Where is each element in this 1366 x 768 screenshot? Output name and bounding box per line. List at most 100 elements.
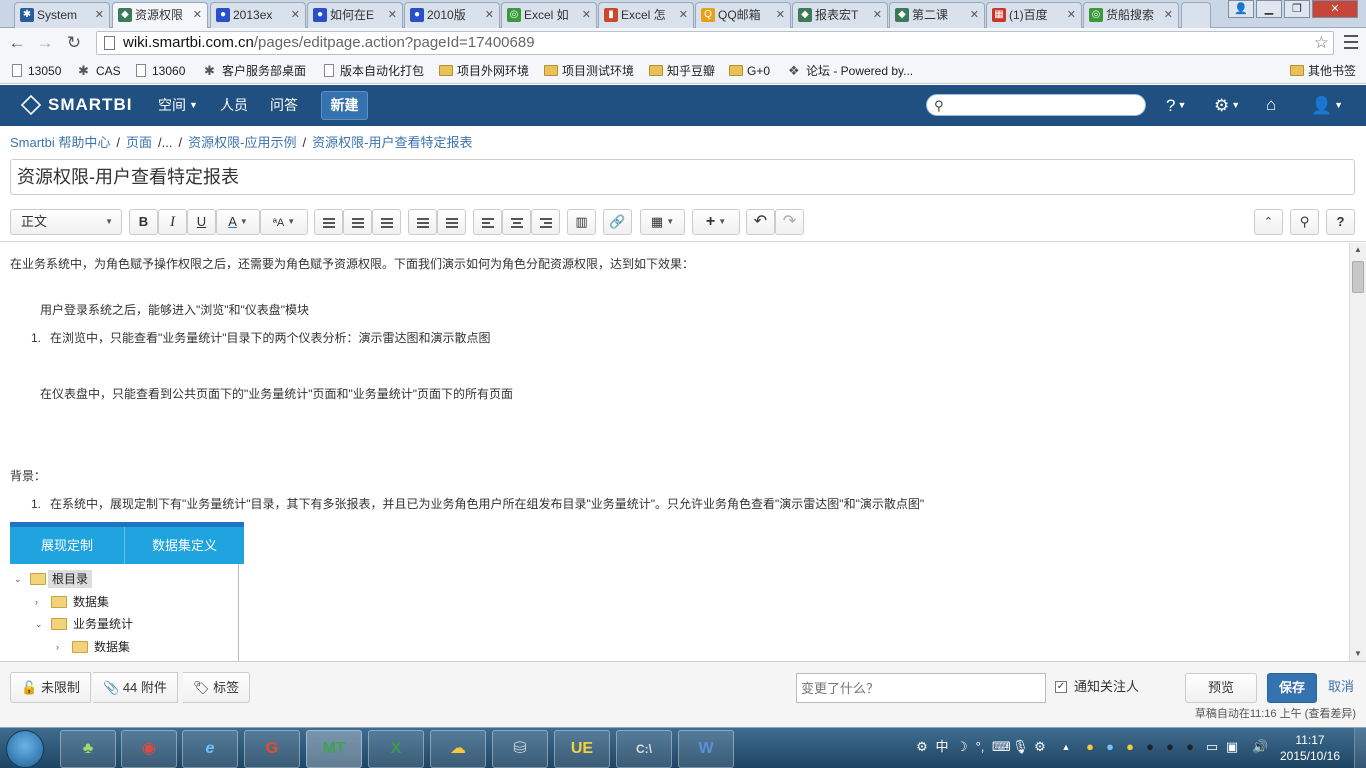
editor-content[interactable]: 在业务系统中，为角色赋予操作权限之后，还需要为角色赋予资源权限。下面我们演示如何…	[0, 243, 1349, 661]
browser-tab[interactable]: ● 如何在E ✕	[307, 2, 403, 28]
align-center-button[interactable]	[502, 209, 531, 235]
window-close-icon[interactable]: ✕	[1312, 0, 1358, 18]
maximize-icon[interactable]: ❐	[1284, 0, 1310, 18]
ime-chinese[interactable]: 中	[934, 739, 950, 755]
more-formatting-button[interactable]: ªA ▼	[260, 209, 308, 235]
close-icon[interactable]: ✕	[193, 3, 202, 27]
bookmark-item[interactable]: G+0	[729, 62, 770, 80]
bookmark-star-icon[interactable]: ☆	[1314, 32, 1329, 54]
paragraph-style-select[interactable]: 正文 ▼	[10, 209, 122, 235]
breadcrumb-space[interactable]: Smartbi 帮助中心	[10, 135, 110, 150]
browser-tab[interactable]: ◆ 报表宏T ✕	[792, 2, 888, 28]
scroll-thumb[interactable]	[1352, 261, 1364, 293]
close-icon[interactable]: ✕	[291, 3, 300, 27]
nav-people[interactable]: 人员	[220, 97, 248, 114]
gear-icon[interactable]: ⚙ ▼	[1214, 95, 1240, 116]
system-clock[interactable]: 11:17 2015/10/16	[1272, 732, 1348, 764]
tray-expand-icon[interactable]: ▲	[1058, 739, 1074, 755]
inbox-icon[interactable]: ⌂	[1266, 95, 1276, 115]
bookmark-item[interactable]: 版本自动化打包	[322, 62, 424, 80]
ie-app-icon[interactable]: e	[182, 730, 238, 768]
italic-button[interactable]: I	[158, 209, 187, 235]
close-icon[interactable]: ✕	[582, 3, 591, 27]
minimize-icon[interactable]: ▁	[1256, 0, 1282, 18]
mt-app-icon[interactable]: MT	[306, 730, 362, 768]
keyboard-icon[interactable]: ⌨	[992, 739, 1011, 755]
indent-button[interactable]	[437, 209, 466, 235]
close-icon[interactable]: ✕	[388, 3, 397, 27]
undo-button[interactable]: ↶	[746, 209, 775, 235]
nav-qa[interactable]: 问答	[270, 97, 298, 114]
new-tab-button[interactable]	[1181, 2, 1211, 28]
close-icon[interactable]: ✕	[1067, 3, 1076, 27]
task-list-button[interactable]	[372, 209, 401, 235]
search-input[interactable]	[951, 97, 1137, 113]
excel-app-icon[interactable]: X	[368, 730, 424, 768]
bullet-list-button[interactable]	[314, 209, 343, 235]
bookmark-item[interactable]: 13060	[134, 62, 185, 80]
reload-icon[interactable]: ↻	[63, 32, 85, 54]
browser-tab[interactable]: Q QQ邮箱 ✕	[695, 2, 791, 28]
g-app-icon[interactable]: G	[244, 730, 300, 768]
notify-watchers-checkbox[interactable]: ✓	[1055, 681, 1067, 693]
save-button[interactable]: 保存	[1267, 673, 1317, 703]
user-icon[interactable]: 👤	[1228, 0, 1254, 18]
punctuation-icon[interactable]: °,	[972, 739, 988, 755]
ultraedit-app-icon[interactable]: UE	[554, 730, 610, 768]
network-icon[interactable]: ▣	[1224, 739, 1240, 755]
insert-link-button[interactable]: 🔗	[603, 209, 632, 235]
align-right-button[interactable]	[531, 209, 560, 235]
align-left-button[interactable]	[473, 209, 502, 235]
start-button[interactable]	[6, 730, 44, 768]
url-input[interactable]: wiki.smartbi.com.cn/pages/editpage.actio…	[96, 31, 1334, 55]
other-bookmarks[interactable]: 其他书签	[1290, 62, 1356, 80]
bookmark-item[interactable]: ✱ CAS	[78, 62, 121, 80]
redo-button[interactable]: ↷	[775, 209, 804, 235]
settings-icon[interactable]: ⚙	[1032, 739, 1048, 755]
usb-icon[interactable]: ▭	[1204, 739, 1220, 755]
close-icon[interactable]: ✕	[679, 3, 688, 27]
tray-app-icon[interactable]: ●	[1122, 739, 1138, 755]
create-button[interactable]: 新建	[321, 91, 368, 120]
cmd-app-icon[interactable]: C:\	[616, 730, 672, 768]
insert-table-button[interactable]: ▦ ▼	[640, 209, 685, 235]
numbered-list-button[interactable]	[343, 209, 372, 235]
close-icon[interactable]: ✕	[776, 3, 785, 27]
underline-button[interactable]: U	[187, 209, 216, 235]
tray-app-icon[interactable]: ●	[1102, 739, 1118, 755]
forward-arrow-icon[interactable]: →	[34, 32, 56, 54]
scroll-down-icon[interactable]: ▼	[1350, 647, 1366, 661]
find-replace-button[interactable]: ⚲	[1290, 209, 1319, 235]
qq-icon[interactable]: ●	[1142, 739, 1158, 755]
page-layout-button[interactable]: ▥	[567, 209, 596, 235]
show-desktop-button[interactable]	[1354, 728, 1366, 768]
bookmark-item[interactable]: 项目外网环境	[439, 62, 529, 80]
browser-tab-active[interactable]: ◆ 资源权限 ✕	[112, 2, 208, 28]
bookmark-item[interactable]: ❖ 论坛 - Powered by...	[788, 62, 913, 80]
database-app-icon[interactable]: ⛁	[492, 730, 548, 768]
qq-icon[interactable]: ●	[1162, 739, 1178, 755]
ime-icon[interactable]: ⚙	[914, 739, 930, 755]
bookmark-item[interactable]: 项目测试环境	[544, 62, 634, 80]
close-icon[interactable]: ✕	[970, 3, 979, 27]
preview-button[interactable]: 预览	[1185, 673, 1257, 703]
content-scrollbar[interactable]: ▲ ▼	[1349, 243, 1366, 661]
bold-button[interactable]: B	[129, 209, 158, 235]
bookmark-item[interactable]: 13050	[10, 62, 61, 80]
browser-tab[interactable]: ▮ Excel 怎 ✕	[598, 2, 694, 28]
browser-tab[interactable]: ◎ 货船搜索 ✕	[1083, 2, 1179, 28]
browser-tab[interactable]: ✱ System ✕	[14, 2, 110, 28]
mic-icon[interactable]: 🎙	[1012, 739, 1029, 755]
attachments-button[interactable]: 📎 44 附件	[93, 672, 178, 703]
clover-app-icon[interactable]: ♣	[60, 730, 116, 768]
chrome-app-icon[interactable]: ◉	[121, 730, 177, 768]
collapse-toolbar-button[interactable]: ⌃	[1254, 209, 1283, 235]
close-icon[interactable]: ✕	[95, 3, 104, 27]
tray-app-icon[interactable]: ●	[1082, 739, 1098, 755]
close-icon[interactable]: ✕	[1164, 3, 1173, 27]
change-comment-input[interactable]	[796, 673, 1046, 703]
bookmark-item[interactable]: 知乎豆瓣	[649, 62, 715, 80]
moon-icon[interactable]: ☽	[954, 739, 970, 755]
labels-button[interactable]: 🏷 标签	[183, 672, 251, 703]
breadcrumb-current[interactable]: 资源权限-用户查看特定报表	[312, 135, 472, 150]
